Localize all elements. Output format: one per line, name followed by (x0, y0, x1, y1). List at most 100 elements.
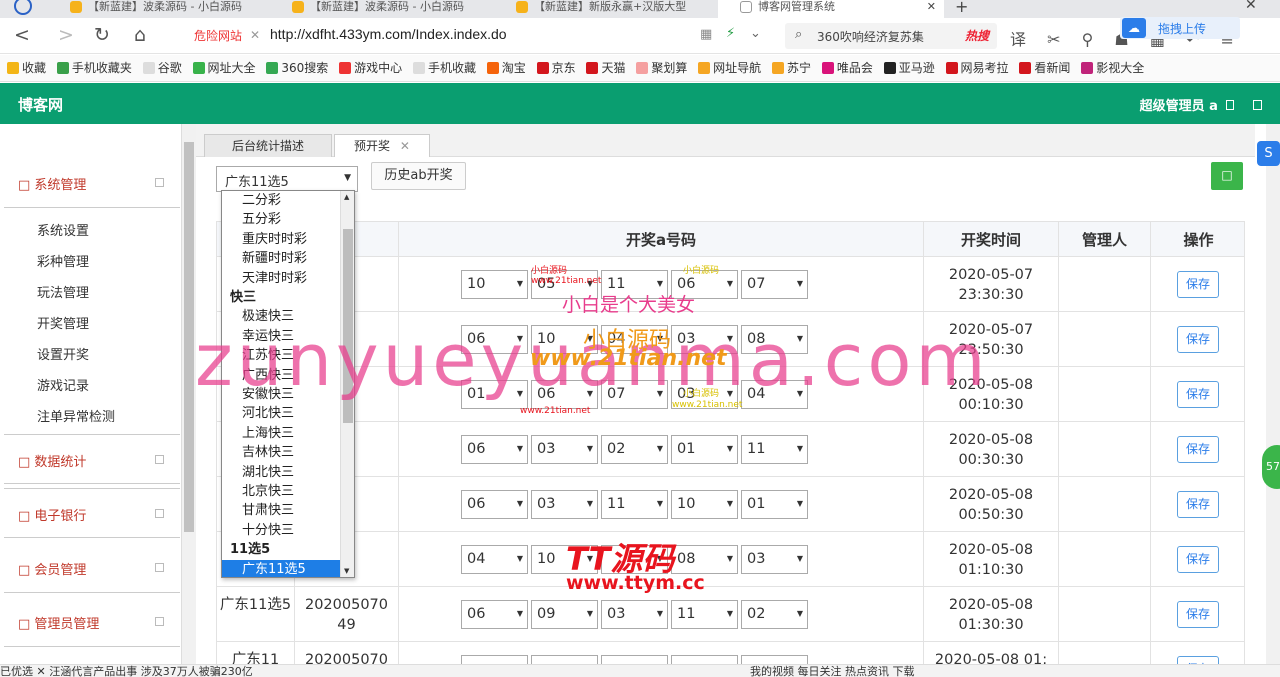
number-select[interactable]: 05 ▼ (531, 270, 598, 299)
logout-icon[interactable] (1253, 100, 1262, 110)
menu-group-members[interactable]: □ 会员管理 (4, 543, 180, 593)
browser-tab-active[interactable]: 博客网管理系统 ✕ (718, 0, 944, 18)
sidebar-item-set-draw[interactable]: 设置开奖 (37, 344, 89, 363)
dropdown-option[interactable]: 湖北快三 (222, 463, 340, 482)
reload-icon[interactable]: ↻ (94, 25, 110, 45)
qr-icon[interactable]: ▦ (700, 27, 712, 42)
save-button[interactable]: 保存 (1177, 656, 1219, 664)
float-badge[interactable]: 57 (1262, 445, 1280, 489)
url-field[interactable]: 危险网站 ✕ http://xdfht.433ym.com/Index.inde… (180, 23, 770, 49)
dropdown-option[interactable]: 江苏快三 (222, 346, 340, 365)
url-dropdown-icon[interactable]: ⌄ (750, 26, 761, 41)
browser-tab[interactable]: 【新蓝建】波柔源码 - 小白源码 (48, 0, 268, 18)
bookmark-item[interactable]: 聚划算 (636, 55, 687, 81)
number-select[interactable]: 03 ▼ (671, 325, 738, 354)
browser-tab[interactable] (0, 0, 48, 18)
dropdown-option[interactable]: 安徽快三 (222, 385, 340, 404)
number-select[interactable]: 03 ▼ (601, 600, 668, 629)
bookmark-item[interactable]: 360搜索 (266, 55, 328, 81)
danger-site-label[interactable]: 危险网站 (194, 27, 242, 44)
tab-close-icon[interactable]: ✕ (400, 139, 410, 153)
number-select[interactable]: ▼ (461, 655, 528, 664)
bookmark-item[interactable]: 看新闻 (1019, 55, 1070, 81)
dropdown-option[interactable]: 新疆时时彩 (222, 249, 340, 268)
number-select[interactable]: 04 ▼ (461, 545, 528, 574)
sidebar-item-system-settings[interactable]: 系统设置 (37, 220, 89, 239)
bookmark-item[interactable]: 手机收藏夹 (56, 55, 132, 81)
dropdown-option-selected[interactable]: 广东11选5 (222, 559, 340, 577)
bookmark-item[interactable]: 苏宁 (772, 55, 811, 81)
status-links[interactable]: 我的视频 每日关注 热点资讯 下载 (750, 665, 915, 677)
number-select[interactable]: 08 ▼ (671, 545, 738, 574)
scrollbar-thumb[interactable] (343, 229, 353, 423)
collapse-icon[interactable] (155, 509, 164, 518)
drag-upload-widget[interactable]: ☁ 拖拽上传 (1120, 17, 1240, 39)
number-select[interactable]: 06 ▼ (461, 600, 528, 629)
dropdown-option[interactable]: 河北快三 (222, 404, 340, 423)
number-select[interactable]: 11 ▼ (671, 600, 738, 629)
bookmark-item[interactable]: 手机收藏 (412, 55, 476, 81)
number-select[interactable]: 11 ▼ (601, 270, 668, 299)
bookmark-item[interactable]: 影视大全 (1081, 55, 1144, 81)
menu-group-admins[interactable]: □ 管理员管理 (4, 597, 180, 647)
lightning-icon[interactable]: ⚡ (726, 26, 735, 41)
forward-icon[interactable]: > (58, 25, 74, 45)
dropdown-option[interactable]: 北京快三 (222, 482, 340, 501)
save-button[interactable]: 保存 (1177, 601, 1219, 628)
number-select[interactable]: ▼ (741, 655, 808, 664)
dropdown-scrollbar[interactable]: ▲ ▼ (340, 191, 354, 577)
dropdown-option[interactable]: 五分彩 (222, 210, 340, 229)
number-select[interactable]: 06 ▼ (531, 380, 598, 409)
bookmark-item[interactable]: 网易考拉 (945, 55, 1009, 81)
home-icon[interactable]: ⌂ (134, 25, 146, 45)
lottery-dropdown-list[interactable]: 二分彩 五分彩 重庆时时彩 新疆时时彩 天津时时彩 快三 极速快三 幸运快三 江苏快三 广西快三安… (221, 190, 355, 578)
collapse-icon[interactable] (155, 617, 164, 626)
number-select[interactable]: 07 ▼ (741, 270, 808, 299)
search-text[interactable]: 360吹响经济复苏集 (817, 28, 924, 45)
bookmark-item[interactable]: 网址导航 (698, 55, 761, 81)
save-button[interactable]: 保存 (1177, 436, 1219, 463)
add-button[interactable]: □ (1211, 162, 1243, 190)
hot-search-label[interactable]: 热搜 (965, 27, 989, 44)
number-select[interactable]: ▼ (601, 545, 668, 574)
number-select[interactable]: 01 ▼ (671, 435, 738, 464)
history-draw-button[interactable]: 历史ab开奖 (371, 162, 466, 190)
number-select[interactable]: 06 ▼ (671, 270, 738, 299)
number-select[interactable]: 10 ▼ (531, 325, 598, 354)
bookmark-item[interactable]: 唯品会 (821, 55, 873, 81)
page-scrollbar[interactable] (1266, 124, 1280, 664)
dropdown-option[interactable]: 重庆时时彩 (222, 230, 340, 249)
save-button[interactable]: 保存 (1177, 546, 1219, 573)
sidebar-scrollbar[interactable] (182, 124, 196, 664)
number-select[interactable]: 08 ▼ (741, 325, 808, 354)
number-select[interactable]: 10 ▼ (531, 545, 598, 574)
bookmark-item[interactable]: 收藏 (7, 55, 46, 81)
collapse-icon[interactable] (155, 563, 164, 572)
tab-close-icon[interactable]: ✕ (927, 0, 936, 16)
number-select[interactable]: 06 ▼ (461, 435, 528, 464)
tab-pre-draw[interactable]: 预开奖 ✕ (334, 134, 430, 157)
collapse-icon[interactable] (155, 455, 164, 464)
dropdown-option[interactable]: 幸运快三 (222, 327, 340, 346)
lottery-select[interactable]: 广东11选5 ▼ (216, 166, 358, 192)
number-select[interactable]: 01 ▼ (461, 380, 528, 409)
number-select[interactable]: 01 ▼ (741, 490, 808, 519)
number-select[interactable]: 03 ▼ (531, 435, 598, 464)
window-close-icon[interactable]: ✕ (1245, 0, 1257, 13)
collapse-icon[interactable] (155, 178, 164, 187)
browser-tab[interactable]: 【新蓝建】新版永赢+汉版大型 (494, 0, 716, 18)
sidebar-item-bet-anomaly[interactable]: 注单异常检测 (37, 406, 115, 425)
dropdown-option[interactable]: 吉林快三 (222, 443, 340, 462)
bookmark-item[interactable]: 京东 (536, 55, 576, 81)
admin-user-label[interactable]: 超级管理员 a (1140, 95, 1262, 114)
dropdown-option[interactable]: 极速快三 (222, 307, 340, 326)
bookmark-item[interactable]: 网址大全 (192, 55, 256, 81)
search-box[interactable]: ⌕ 360吹响经济复苏集 热搜 (785, 23, 997, 49)
new-tab-button[interactable]: + (955, 0, 968, 16)
sidebar-item-game-records[interactable]: 游戏记录 (37, 375, 89, 394)
user-icon[interactable] (1226, 100, 1235, 110)
bookmark-item[interactable]: 淘宝 (486, 55, 526, 81)
number-select[interactable]: 07 ▼ (601, 380, 668, 409)
dropdown-option[interactable]: 十分快三 (222, 521, 340, 540)
number-select[interactable]: 03 ▼ (741, 545, 808, 574)
